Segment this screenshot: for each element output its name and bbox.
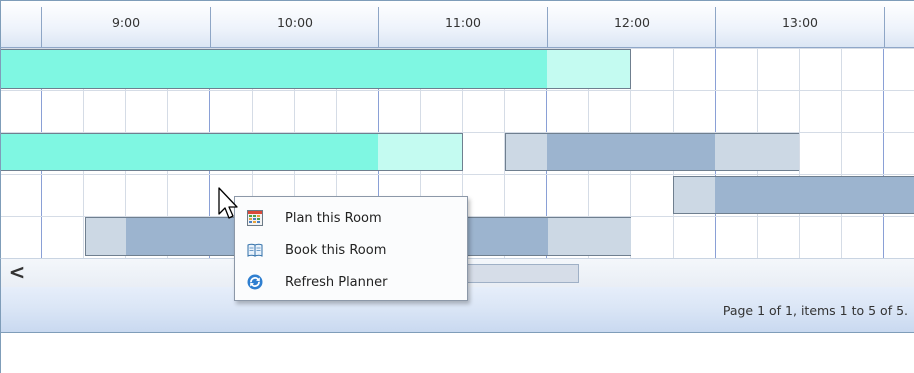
menu-item-refresh-planner[interactable]: Refresh Planner — [235, 267, 467, 297]
booking-bar[interactable] — [1, 49, 631, 89]
row-gridline — [1, 174, 914, 175]
calendar-grid-icon — [247, 210, 263, 226]
booking-bar[interactable] — [1, 133, 463, 171]
room-planner: 9:00 10:00 11:00 12:00 13:00 < Page 1 of… — [0, 0, 914, 373]
blocked-segment — [715, 134, 799, 170]
menu-item-label: Plan this Room — [285, 211, 382, 226]
row-gridline — [1, 90, 914, 91]
pager-info: Page 1 of 1, items 1 to 5 of 5. — [722, 303, 908, 318]
header-separator — [884, 7, 885, 48]
menu-item-label: Book this Room — [285, 243, 387, 258]
blocked-segment — [715, 177, 914, 213]
menu-item-label: Refresh Planner — [285, 275, 388, 290]
hour-label-13: 13:00 — [781, 15, 819, 30]
refresh-icon — [247, 274, 263, 290]
hour-label-10: 10:00 — [276, 15, 314, 30]
time-header: 9:00 10:00 11:00 12:00 13:00 — [0, 0, 914, 48]
blocked-segment — [674, 177, 715, 213]
blocked-segment — [86, 218, 126, 255]
hour-label-11: 11:00 — [444, 15, 482, 30]
blocked-segment — [548, 218, 631, 255]
menu-item-plan-room[interactable]: Plan this Room — [235, 203, 467, 233]
blocked-bar[interactable] — [505, 133, 799, 171]
hour-label-9: 9:00 — [111, 15, 141, 30]
empty-area — [0, 333, 914, 373]
open-book-icon — [247, 243, 263, 257]
blocked-segment — [547, 134, 715, 170]
menu-item-book-room[interactable]: Book this Room — [235, 235, 467, 265]
slot-gridline — [841, 48, 842, 258]
blocked-segment — [506, 134, 547, 170]
booking-segment — [1, 134, 378, 170]
hour-gridline — [883, 48, 884, 258]
context-menu: Plan this Room Book this Room Refresh Pl… — [234, 196, 468, 301]
booking-segment — [1, 50, 547, 88]
blocked-bar[interactable] — [673, 176, 914, 214]
scroll-thumb[interactable] — [451, 264, 579, 283]
booking-segment — [547, 50, 630, 88]
scroll-left-arrow-icon[interactable]: < — [7, 261, 27, 283]
slot-gridline — [799, 48, 800, 258]
mouse-pointer-icon — [218, 187, 238, 219]
booking-segment — [378, 134, 462, 170]
hour-label-12: 12:00 — [613, 15, 651, 30]
